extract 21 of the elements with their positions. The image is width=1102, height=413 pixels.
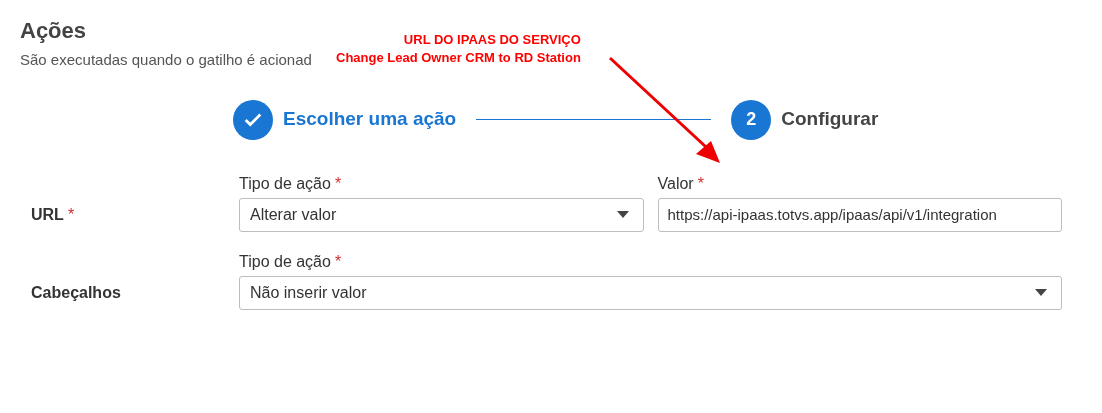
required-mark: * [67, 204, 75, 225]
step-label: Escolher uma ação [283, 107, 457, 132]
required-mark: * [697, 173, 704, 194]
section-subtitle: São executadas quando o gatilho é acionad [20, 50, 312, 70]
section-title: Ações [20, 17, 87, 45]
step-label: Configurar [781, 107, 879, 132]
caret-icon [616, 211, 629, 218]
annotation-text: URL DO IPAAS DO SERVIÇO [403, 31, 581, 49]
step-number: 2 [731, 99, 772, 140]
row-label: Cabeçalhos [31, 282, 121, 303]
action-type-select[interactable]: Alterar valor [239, 197, 644, 232]
field-label: Valor [657, 173, 694, 194]
field-label: Tipo de ação [239, 251, 331, 272]
caret-icon [1035, 289, 1047, 296]
field-label: Tipo de ação [239, 173, 331, 194]
required-mark: * [334, 251, 342, 272]
annotation-text: Change Lead Owner CRM to RD Station [336, 49, 581, 67]
row-label: URL [31, 204, 64, 225]
required-mark: * [334, 173, 342, 194]
value-field[interactable]: https://api-ipaas.totvs.app/ipaas/api/v1/integration [657, 197, 1062, 232]
action-type-select[interactable]: Não inserir valor [239, 275, 1062, 310]
